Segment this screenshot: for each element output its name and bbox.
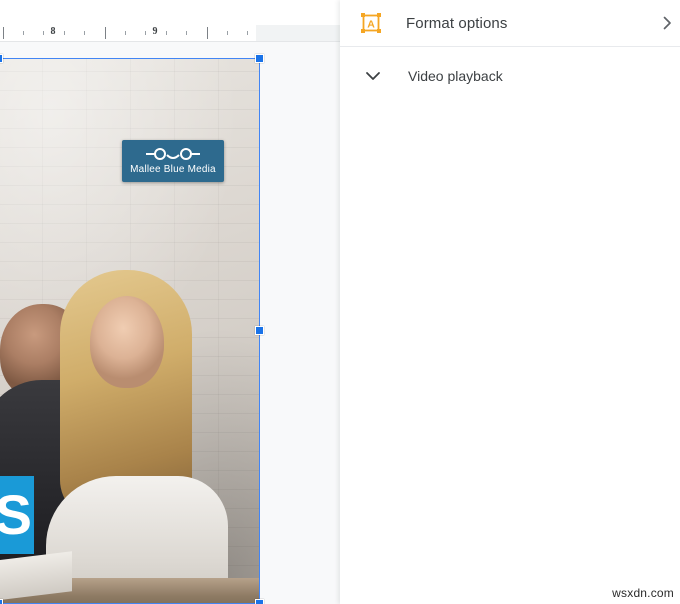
ruler-label: 9 xyxy=(152,26,158,37)
video-playback-section-header[interactable]: Video playback xyxy=(340,47,680,104)
horizontal-ruler[interactable]: 8 9 xyxy=(0,25,340,42)
slide-image-object[interactable]: Mallee Blue Media S xyxy=(0,58,260,604)
panel-collapse-button[interactable] xyxy=(656,12,678,34)
app-root: 8 9 Mallee Blue Media S A Format options… xyxy=(0,0,680,604)
ruler-tick-major xyxy=(207,27,208,39)
ruler-active-region: 8 9 xyxy=(0,25,256,41)
person-right-face xyxy=(90,296,164,388)
ruler-tick-minor xyxy=(166,31,167,35)
slide-canvas-area[interactable]: Mallee Blue Media S xyxy=(0,42,340,604)
overlay-letter-block: S xyxy=(0,476,34,554)
mallee-blue-media-logo: Mallee Blue Media xyxy=(122,140,224,182)
ruler-tick-minor xyxy=(43,31,44,35)
site-watermark: wsxdn.com xyxy=(612,586,674,600)
overlay-letter: S xyxy=(0,483,32,546)
chevron-right-icon xyxy=(663,16,671,30)
format-options-panel: A Format options Video playback wsxdn.co… xyxy=(340,0,680,604)
ruler-label: 8 xyxy=(50,26,56,37)
ruler-tick-minor xyxy=(125,31,126,35)
ruler-tick-minor xyxy=(247,31,248,35)
ruler-tick-minor xyxy=(186,31,187,35)
svg-text:A: A xyxy=(367,19,375,31)
glasses-icon xyxy=(146,147,200,160)
logo-text: Mallee Blue Media xyxy=(130,163,216,175)
ruler-tick-minor xyxy=(84,31,85,35)
ruler-tick-major xyxy=(105,27,106,39)
ruler-tick-major xyxy=(3,27,4,39)
panel-title: Format options xyxy=(406,14,508,32)
panel-header: A Format options xyxy=(340,0,680,47)
ruler-tick-minor xyxy=(23,31,24,35)
ruler-ticks xyxy=(0,25,256,41)
chevron-down-icon xyxy=(366,71,380,80)
ruler-tick-minor xyxy=(227,31,228,35)
slide-editor-pane: 8 9 Mallee Blue Media S xyxy=(0,0,340,604)
format-options-icon: A xyxy=(361,13,381,33)
ruler-tick-minor xyxy=(145,31,146,35)
ruler-tick-minor xyxy=(64,31,65,35)
section-title: Video playback xyxy=(408,67,503,84)
